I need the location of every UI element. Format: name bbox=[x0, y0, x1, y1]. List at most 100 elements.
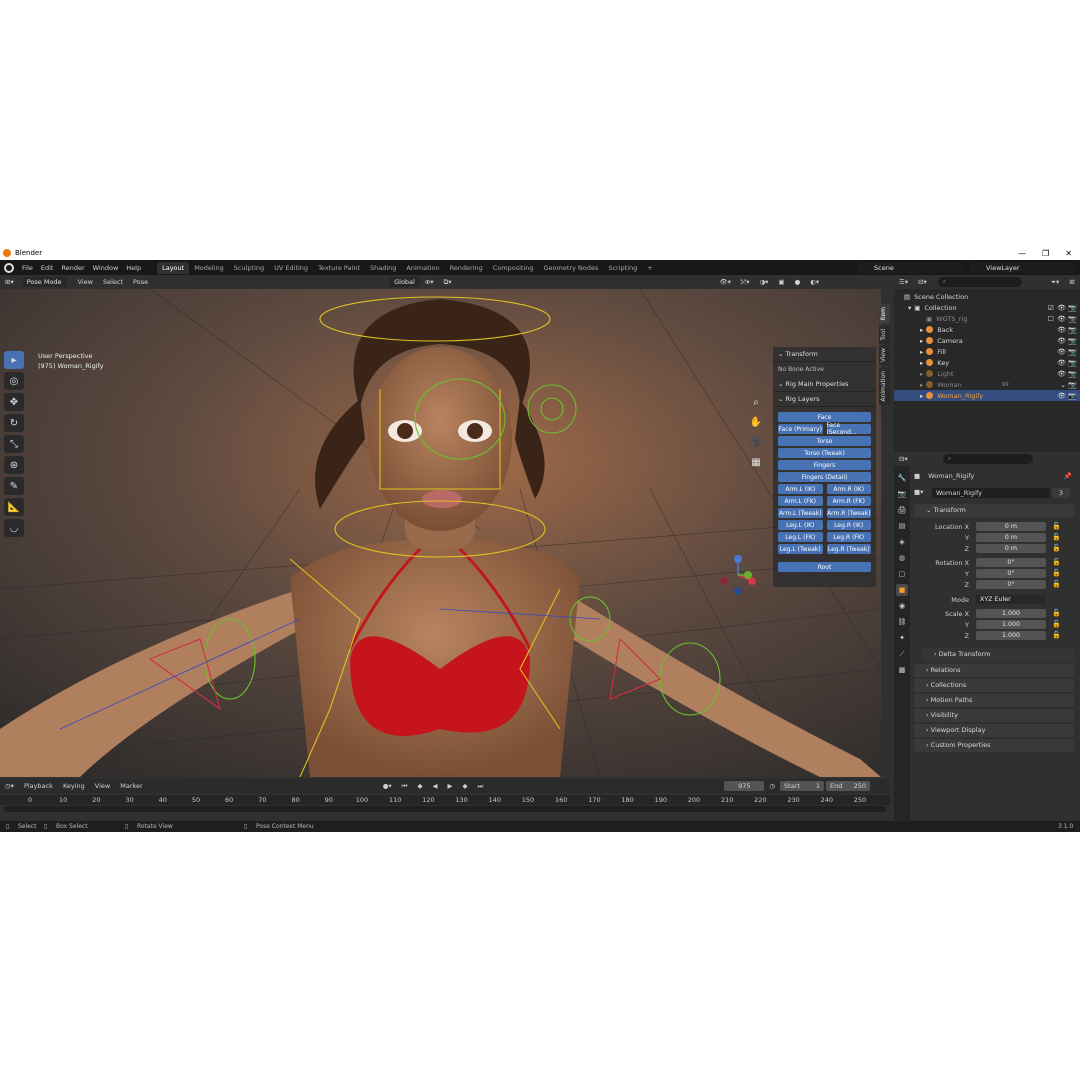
eye-icon[interactable]: 👁 bbox=[1057, 337, 1066, 345]
eye-icon[interactable]: 👁 bbox=[1057, 370, 1066, 378]
transform-section-header[interactable]: ⌄ Transform bbox=[914, 504, 1074, 517]
camera-render-icon[interactable]: 📷 bbox=[1068, 304, 1077, 312]
rotate-tool-icon[interactable]: ↻ bbox=[4, 414, 24, 432]
bone-tab-icon[interactable]: ⟋ bbox=[896, 648, 908, 660]
eye-icon[interactable]: 👁 bbox=[1057, 392, 1066, 400]
xray-icon[interactable]: ▣ bbox=[773, 278, 789, 286]
rotation-mode-dropdown[interactable]: XYZ Euler bbox=[976, 595, 1046, 604]
pivot-icon[interactable]: ⊕▾ bbox=[420, 278, 439, 286]
view-layer-tab-icon[interactable]: ▤ bbox=[896, 520, 908, 532]
menu-timeline-view[interactable]: View bbox=[90, 782, 115, 790]
pan-hand-icon[interactable]: ✋ bbox=[749, 417, 763, 431]
eye-icon[interactable]: 👁 bbox=[1057, 315, 1066, 323]
lock-icon[interactable]: 🔓 bbox=[1052, 569, 1061, 577]
maximize-button[interactable]: ❐ bbox=[1042, 249, 1049, 258]
outliner-row-key[interactable]: ▸ Key 👁 📷 bbox=[894, 357, 1080, 368]
lock-icon[interactable]: 🔓 bbox=[1052, 522, 1061, 530]
collections-section[interactable]: › Collections bbox=[914, 679, 1074, 692]
lock-icon[interactable]: 🔓 bbox=[1052, 631, 1061, 639]
rig-layer-arm-r-ik-button[interactable]: Arm.R (IK) bbox=[826, 484, 871, 494]
menu-file[interactable]: File bbox=[18, 264, 37, 272]
lock-icon[interactable]: 🔓 bbox=[1052, 620, 1061, 628]
expand-arrow-icon[interactable]: ▸ bbox=[920, 337, 923, 345]
rig-layer-arm-l-tweak-button[interactable]: Arm.L (Tweak) bbox=[778, 508, 823, 518]
timeline-ruler[interactable]: 0 10 20 30 40 50 60 70 80 90 100 110 120 130 140 150 160… bbox=[0, 795, 890, 805]
tab-rendering[interactable]: Rendering bbox=[445, 262, 488, 274]
annotate-tool-icon[interactable]: ✎ bbox=[4, 477, 24, 495]
tab-compositing[interactable]: Compositing bbox=[488, 262, 539, 274]
menu-playback[interactable]: Playback bbox=[19, 782, 58, 790]
current-frame-field[interactable]: 975 bbox=[724, 781, 765, 791]
start-frame-field[interactable]: Start 1 bbox=[780, 781, 825, 791]
eye-icon[interactable]: 👁 bbox=[1057, 304, 1066, 312]
prev-keyframe-icon[interactable]: ◆ bbox=[413, 782, 428, 790]
outliner-row-fill[interactable]: ▸ Fill 👁 📷 bbox=[894, 346, 1080, 357]
gizmo-icon[interactable]: ⤱▾ bbox=[736, 278, 754, 287]
constraints-tab-icon[interactable]: ⛓ bbox=[896, 616, 908, 628]
blender-menu-icon[interactable] bbox=[4, 262, 14, 273]
physics-tab-icon[interactable]: ◉ bbox=[896, 600, 908, 612]
menu-help[interactable]: Help bbox=[122, 264, 145, 272]
grid-projection-icon[interactable]: ▦ bbox=[749, 457, 763, 471]
menu-render[interactable]: Render bbox=[57, 264, 88, 272]
rig-layer-arm-r-tweak-button[interactable]: Arm.R (Tweak) bbox=[826, 508, 871, 518]
filter-icon[interactable]: ⏷▾ bbox=[1046, 278, 1064, 287]
rotation-y-field[interactable]: 0° bbox=[976, 569, 1046, 578]
viewport-display-section[interactable]: › Viewport Display bbox=[914, 724, 1074, 737]
jump-start-icon[interactable]: ⏮ bbox=[397, 782, 413, 791]
measure-tool-icon[interactable]: 📐 bbox=[4, 498, 24, 516]
rig-layer-root-button[interactable]: Root bbox=[778, 562, 871, 572]
record-icon[interactable]: ●▾ bbox=[378, 782, 397, 790]
end-frame-field[interactable]: End 250 bbox=[826, 781, 871, 791]
play-icon[interactable]: ▶ bbox=[443, 782, 458, 790]
rig-layer-leg-r-ik-button[interactable]: Leg.R (IK) bbox=[826, 520, 871, 530]
expand-arrow-icon[interactable]: ▸ bbox=[920, 392, 923, 400]
scale-tool-icon[interactable]: ⤡ bbox=[4, 435, 24, 453]
transform-tool-icon[interactable]: ⊛ bbox=[4, 456, 24, 474]
tab-tool[interactable]: Tool bbox=[879, 325, 890, 344]
outliner-row-wgts-rig[interactable]: ▣ WGTS_rig ☐ 👁 📷 bbox=[894, 313, 1080, 324]
texture-tab-icon[interactable]: ▩ bbox=[896, 664, 908, 676]
properties-search-input[interactable]: ⌕ bbox=[942, 454, 1033, 464]
rig-layer-leg-r-tweak-button[interactable]: Leg.R (Tweak) bbox=[826, 544, 871, 554]
tab-scripting[interactable]: Scripting bbox=[603, 262, 642, 274]
expand-arrow-icon[interactable]: ▾ bbox=[908, 304, 911, 312]
lock-icon[interactable]: 🔓 bbox=[1052, 533, 1061, 541]
tab-view[interactable]: View bbox=[879, 345, 890, 366]
location-y-field[interactable]: 0 m bbox=[976, 533, 1046, 542]
overlay-icon[interactable]: ◑▾ bbox=[754, 278, 773, 286]
3d-viewport[interactable]: ▸ ◎ ✥ ↻ ⤡ ⊛ ✎ 📐 ◡ User Perspective (975)… bbox=[0, 289, 881, 777]
camera-render-icon[interactable]: 📷 bbox=[1068, 359, 1077, 367]
rig-layer-torso-tweak-button[interactable]: Torso (Tweak) bbox=[778, 448, 871, 458]
rig-layer-arm-l-ik-button[interactable]: Arm.L (IK) bbox=[778, 484, 823, 494]
camera-render-icon[interactable]: 📷 bbox=[1068, 337, 1077, 345]
rig-layer-arm-r-fk-button[interactable]: Arm.R (FK) bbox=[826, 496, 871, 506]
scene-selector[interactable]: Scene bbox=[858, 262, 964, 273]
outliner-row-scene-collection[interactable]: ▤ Scene Collection bbox=[894, 291, 1080, 302]
minimize-button[interactable]: — bbox=[1018, 249, 1026, 258]
timeline-scrollbar[interactable] bbox=[4, 806, 886, 812]
menu-select[interactable]: Select bbox=[98, 278, 128, 286]
eye-icon[interactable]: 👁 bbox=[1057, 359, 1066, 367]
menu-edit[interactable]: Edit bbox=[37, 264, 58, 272]
outliner-row-camera[interactable]: ▸ Camera 👁 📷 bbox=[894, 335, 1080, 346]
delta-transform-section[interactable]: › Delta Transform bbox=[922, 648, 1074, 661]
clock-icon[interactable]: ◷ bbox=[764, 782, 780, 790]
checkbox-icon[interactable]: ☑ bbox=[1048, 304, 1054, 312]
outliner-row-light[interactable]: ▸ Light 👁 📷 bbox=[894, 368, 1080, 379]
tool-tab-icon[interactable]: 🔧 bbox=[896, 472, 908, 484]
close-button[interactable]: ✕ bbox=[1065, 249, 1072, 258]
rig-layer-torso-button[interactable]: Torso bbox=[778, 436, 871, 446]
object-name[interactable]: Woman_Rigify bbox=[928, 472, 974, 480]
menu-view[interactable]: View bbox=[73, 278, 98, 286]
rig-layer-face-button[interactable]: Face bbox=[778, 412, 871, 422]
rig-layer-leg-r-fk-button[interactable]: Leg.R (FK) bbox=[826, 532, 871, 542]
visibility-section[interactable]: › Visibility bbox=[914, 709, 1074, 722]
editor-type-icon[interactable]: ⊞▾ bbox=[0, 278, 19, 286]
lock-icon[interactable]: 🔓 bbox=[1052, 580, 1061, 588]
zoom-icon[interactable]: ⌕ bbox=[749, 397, 763, 411]
rotation-x-field[interactable]: 0° bbox=[976, 558, 1046, 567]
outliner-editor-type-icon[interactable]: ☰▾ bbox=[894, 278, 913, 286]
eye-icon[interactable]: 👁 bbox=[1057, 348, 1066, 356]
cursor-tool-icon[interactable]: ◎ bbox=[4, 372, 24, 390]
